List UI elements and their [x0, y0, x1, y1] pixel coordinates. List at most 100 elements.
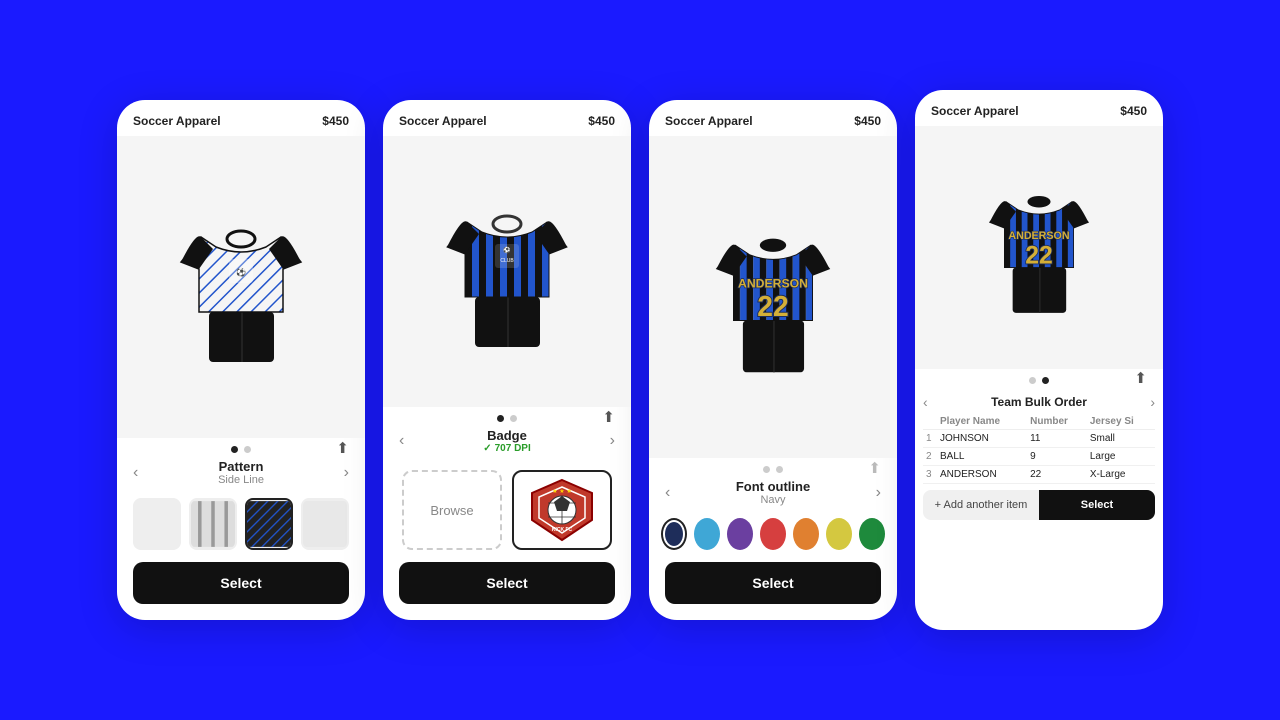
svg-text:22: 22: [757, 290, 788, 322]
next-arrow-3[interactable]: ›: [876, 484, 881, 502]
svg-text:⚽: ⚽: [235, 267, 246, 277]
pattern-label-sub: Side Line: [218, 474, 264, 486]
pattern-thumb-1[interactable]: [133, 498, 181, 550]
font-label-sub: Navy: [736, 494, 810, 506]
font-label: Font outline Navy: [736, 479, 810, 506]
svg-text:CLUB: CLUB: [500, 258, 514, 264]
swatch-green[interactable]: [859, 518, 885, 550]
pattern-thumb-3[interactable]: [245, 498, 293, 550]
row3-size: X-Large: [1087, 465, 1155, 483]
bulk-header-row: Player Name Number Jersey Si: [923, 414, 1155, 430]
card3-select-button[interactable]: Select: [665, 562, 881, 604]
card2-price: $450: [588, 114, 615, 128]
share-icon-2[interactable]: ⬆: [602, 408, 615, 426]
row3-number: 22: [1027, 465, 1087, 483]
card3-title: Soccer Apparel: [665, 114, 753, 128]
row2-number: 9: [1027, 447, 1087, 465]
card-badge: Soccer Apparel $450 ⚽ CLUB ⬆: [383, 100, 631, 620]
badge-preview: ★ ★ ★ KICK FC: [512, 470, 612, 550]
bulk-table: Player Name Number Jersey Si 1 JOHNSON 1…: [923, 414, 1155, 484]
card2-title: Soccer Apparel: [399, 114, 487, 128]
badge-label: Badge ✓ 707 DPI: [483, 428, 531, 454]
badge-browse-button[interactable]: Browse: [402, 470, 502, 550]
dot-inactive-3b: [776, 466, 783, 473]
swatch-purple[interactable]: [727, 518, 753, 550]
card1-select-button[interactable]: Select: [133, 562, 349, 604]
card3-dots: ⬆: [649, 458, 897, 477]
badge-upload-area: Browse ★ ★ ★ KICK FC: [383, 462, 631, 562]
share-icon[interactable]: ⬆: [336, 439, 349, 457]
dot-active: [231, 446, 238, 453]
col-number: Number: [1027, 414, 1087, 430]
prev-arrow-2[interactable]: ‹: [399, 432, 404, 450]
badge-label-main: Badge: [487, 428, 527, 443]
card2-jersey-image: ⚽ CLUB: [437, 192, 577, 352]
card4-title: Soccer Apparel: [931, 104, 1019, 118]
card-font: Soccer Apparel $450 ANDERSON 22: [649, 100, 897, 620]
svg-text:⚽: ⚽: [502, 246, 511, 254]
card2-nav: ‹ Badge ✓ 707 DPI ›: [383, 426, 631, 462]
pattern-thumb-2[interactable]: [189, 498, 237, 550]
color-swatches: [649, 514, 897, 562]
card3-jersey-image: ANDERSON 22: [703, 217, 843, 377]
bulk-order-section: ‹ Team Bulk Order › Player Name Number J…: [915, 388, 1163, 631]
card4-price: $450: [1120, 104, 1147, 118]
share-icon-3[interactable]: ⬆: [868, 459, 881, 477]
card1-dots: ⬆: [117, 438, 365, 457]
next-arrow-2[interactable]: ›: [610, 432, 615, 450]
bulk-title-row: ‹ Team Bulk Order ›: [923, 388, 1155, 414]
dot-inactive-4a: [1029, 377, 1036, 384]
badge-svg: ★ ★ ★ KICK FC: [522, 475, 602, 545]
bulk-next-arrow[interactable]: ›: [1150, 394, 1155, 410]
share-icon-4[interactable]: ⬆: [1134, 369, 1147, 387]
svg-text:ANDERSON: ANDERSON: [1008, 230, 1069, 242]
card3-jersey-area: ANDERSON 22: [649, 136, 897, 458]
browse-label: Browse: [430, 503, 473, 518]
row1-size: Small: [1087, 429, 1155, 447]
row1-num: 1: [923, 429, 937, 447]
card3-header: Soccer Apparel $450: [649, 100, 897, 136]
card3-price: $450: [854, 114, 881, 128]
badge-dpi: ✓ 707 DPI: [483, 443, 531, 454]
card1-jersey-image: ⚽: [171, 207, 311, 367]
table-row: 3 ANDERSON 22 X-Large: [923, 465, 1155, 483]
pattern-thumbnails: [117, 494, 365, 562]
check-icon: ✓: [483, 443, 491, 454]
bulk-table-body: 1 JOHNSON 11 Small 2 BALL 9 Large 3 ANDE…: [923, 429, 1155, 483]
card1-jersey-area: ⚽: [117, 136, 365, 438]
row1-name: JOHNSON: [937, 429, 1027, 447]
add-item-label: + Add another item: [935, 499, 1028, 511]
swatch-navy[interactable]: [661, 518, 687, 550]
next-arrow[interactable]: ›: [344, 464, 349, 482]
bulk-title: Team Bulk Order: [928, 395, 1151, 409]
dot-inactive: [244, 446, 251, 453]
card2-dots: ⬆: [383, 407, 631, 426]
bulk-select-button[interactable]: Select: [1039, 490, 1155, 520]
pattern-thumb-4[interactable]: [301, 498, 349, 550]
card2-select-button[interactable]: Select: [399, 562, 615, 604]
add-select-row: + Add another item Select: [923, 490, 1155, 520]
card4-header: Soccer Apparel $450: [915, 90, 1163, 126]
row2-num: 2: [923, 447, 937, 465]
card4-jersey-image: ANDERSON 22: [979, 177, 1099, 317]
row3-name: ANDERSON: [937, 465, 1027, 483]
pattern-label-main: Pattern: [218, 459, 264, 474]
add-item-button[interactable]: + Add another item: [923, 490, 1039, 520]
svg-text:KICK FC: KICK FC: [552, 527, 573, 533]
pattern-label: Pattern Side Line: [218, 459, 264, 486]
prev-arrow-3[interactable]: ‹: [665, 484, 670, 502]
swatch-yellow[interactable]: [826, 518, 852, 550]
swatch-red[interactable]: [760, 518, 786, 550]
col-num: [923, 414, 937, 430]
swatch-blue[interactable]: [694, 518, 720, 550]
table-row: 1 JOHNSON 11 Small: [923, 429, 1155, 447]
svg-text:22: 22: [1025, 243, 1052, 270]
row2-name: BALL: [937, 447, 1027, 465]
prev-arrow[interactable]: ‹: [133, 464, 138, 482]
card-bulk-order: Soccer Apparel $450 ANDERSON 22 ⬆: [915, 90, 1163, 630]
card1-price: $450: [322, 114, 349, 128]
swatch-orange[interactable]: [793, 518, 819, 550]
dot-active-2: [497, 415, 504, 422]
dot-inactive-3a: [763, 466, 770, 473]
card2-jersey-area: ⚽ CLUB: [383, 136, 631, 407]
